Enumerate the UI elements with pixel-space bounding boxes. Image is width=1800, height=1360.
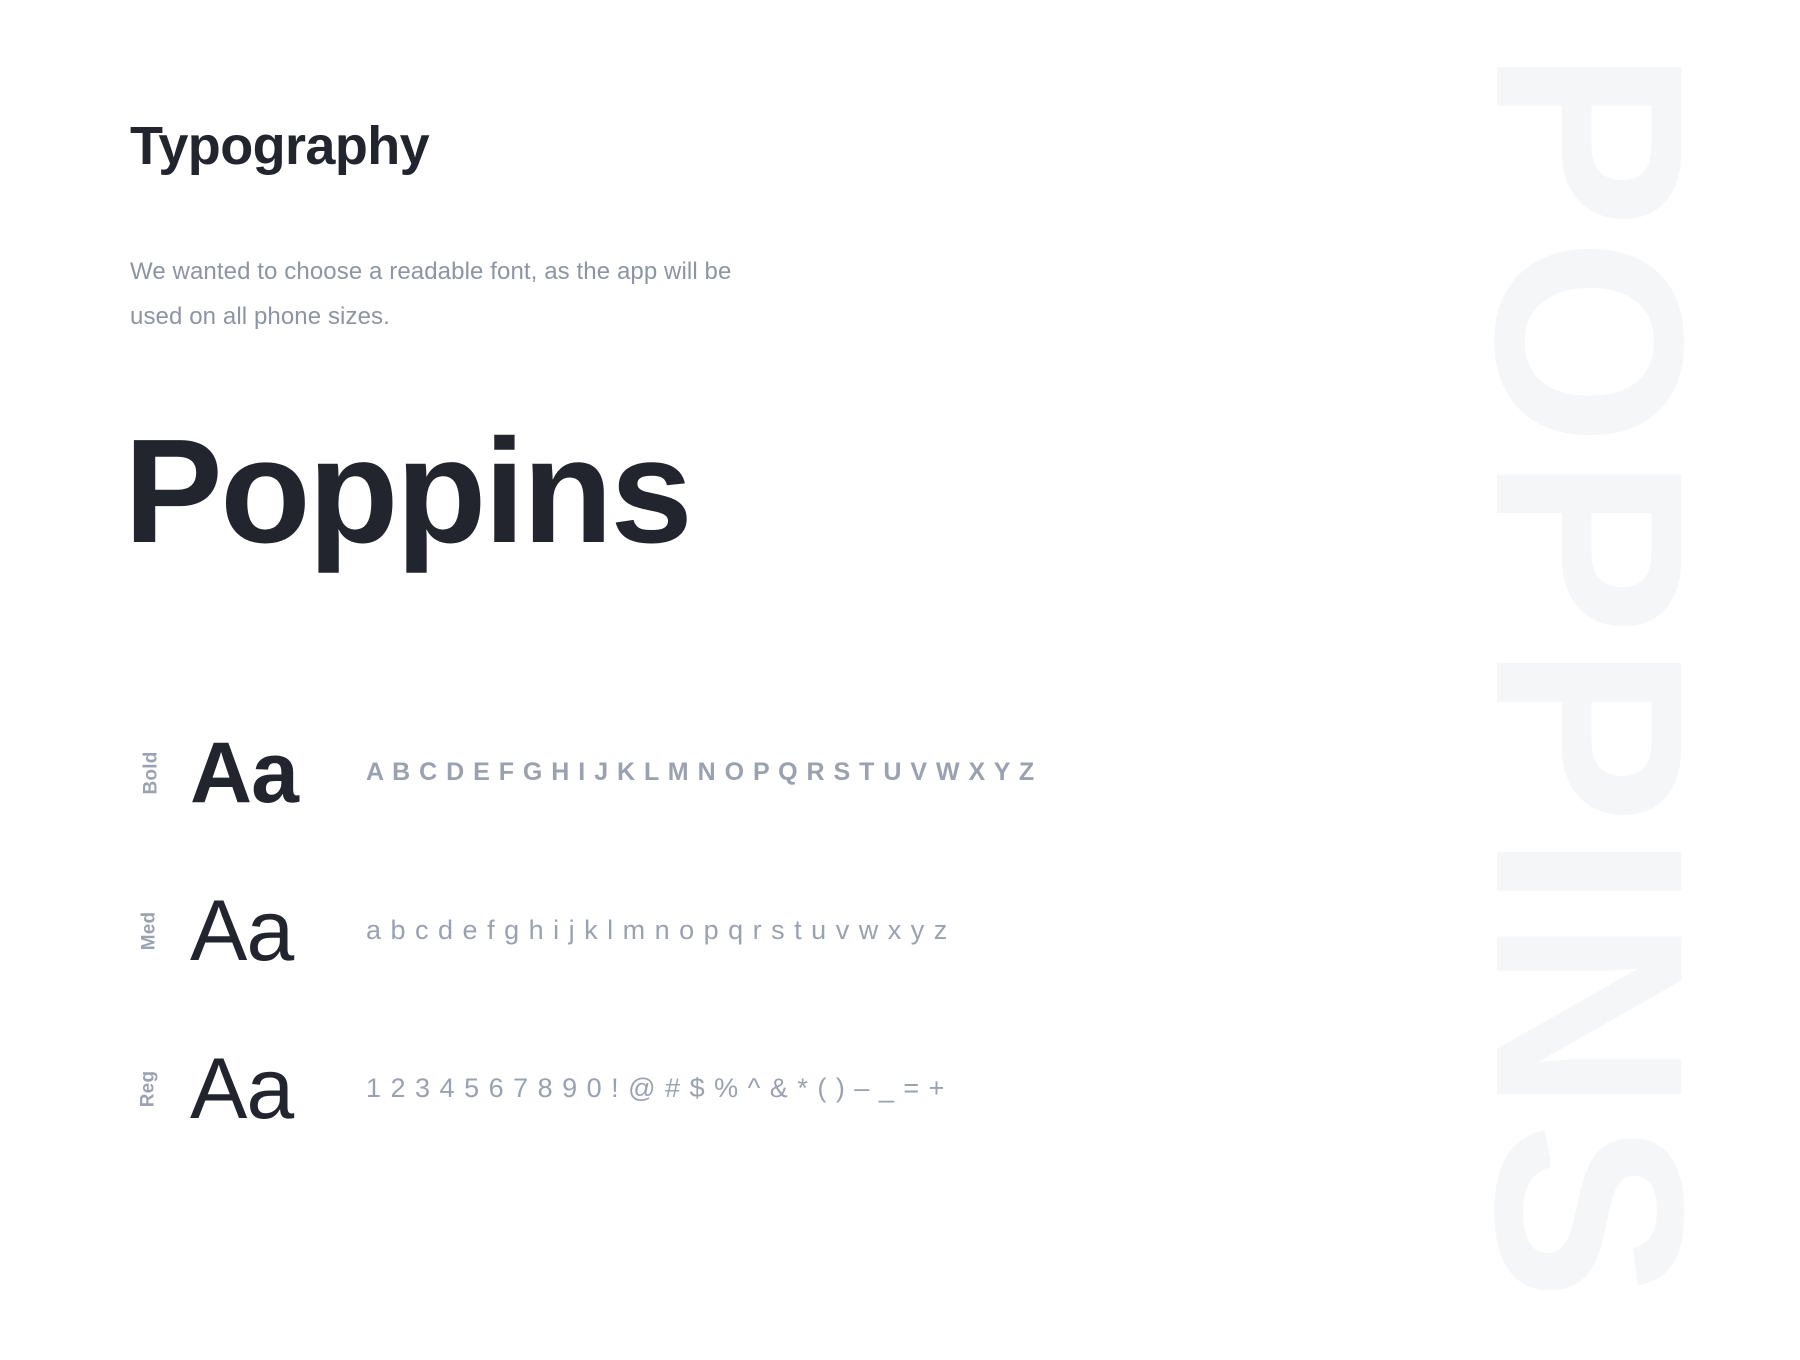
font-family-name: Poppins — [124, 408, 693, 574]
weight-label-bold: Bold — [130, 694, 176, 852]
intro-paragraph: We wanted to choose a readable font, as … — [130, 249, 890, 339]
weight-specimen-list: Bold Aa A B C D E F G H I J K L M N O P … — [130, 694, 1800, 1168]
weight-label-medium: Med — [130, 852, 176, 1010]
glyph-set-numerals-symbols: 1 2 3 4 5 6 7 8 9 0 ! @ # $ % ^ & * ( ) … — [366, 1073, 946, 1104]
specimen-row-bold: Bold Aa A B C D E F G H I J K L M N O P … — [130, 694, 1800, 852]
glyph-set-lowercase: a b c d e f g h i j k l m n o p q r s t … — [366, 915, 949, 946]
sample-aa-bold: Aa — [190, 724, 299, 821]
specimen-row-regular: Reg Aa 1 2 3 4 5 6 7 8 9 0 ! @ # $ % ^ &… — [130, 1010, 1800, 1168]
specimen-row-medium: Med Aa a b c d e f g h i j k l m n o p q… — [130, 852, 1800, 1010]
intro-line-1: We wanted to choose a readable font, as … — [130, 257, 732, 285]
glyph-set-uppercase: A B C D E F G H I J K L M N O P Q R S T … — [366, 758, 1036, 787]
typography-page: Typography We wanted to choose a readabl… — [0, 0, 1800, 1168]
weight-label-bold-text: Bold — [140, 751, 162, 795]
sample-aa-regular: Aa — [190, 1040, 294, 1137]
weight-label-medium-text: Med — [138, 911, 160, 951]
weight-label-regular-text: Reg — [137, 1070, 159, 1107]
intro-line-2: used on all phone sizes. — [130, 302, 390, 330]
page-title: Typography — [130, 116, 430, 176]
weight-label-regular: Reg — [130, 1010, 176, 1168]
sample-aa-medium: Aa — [190, 882, 294, 979]
